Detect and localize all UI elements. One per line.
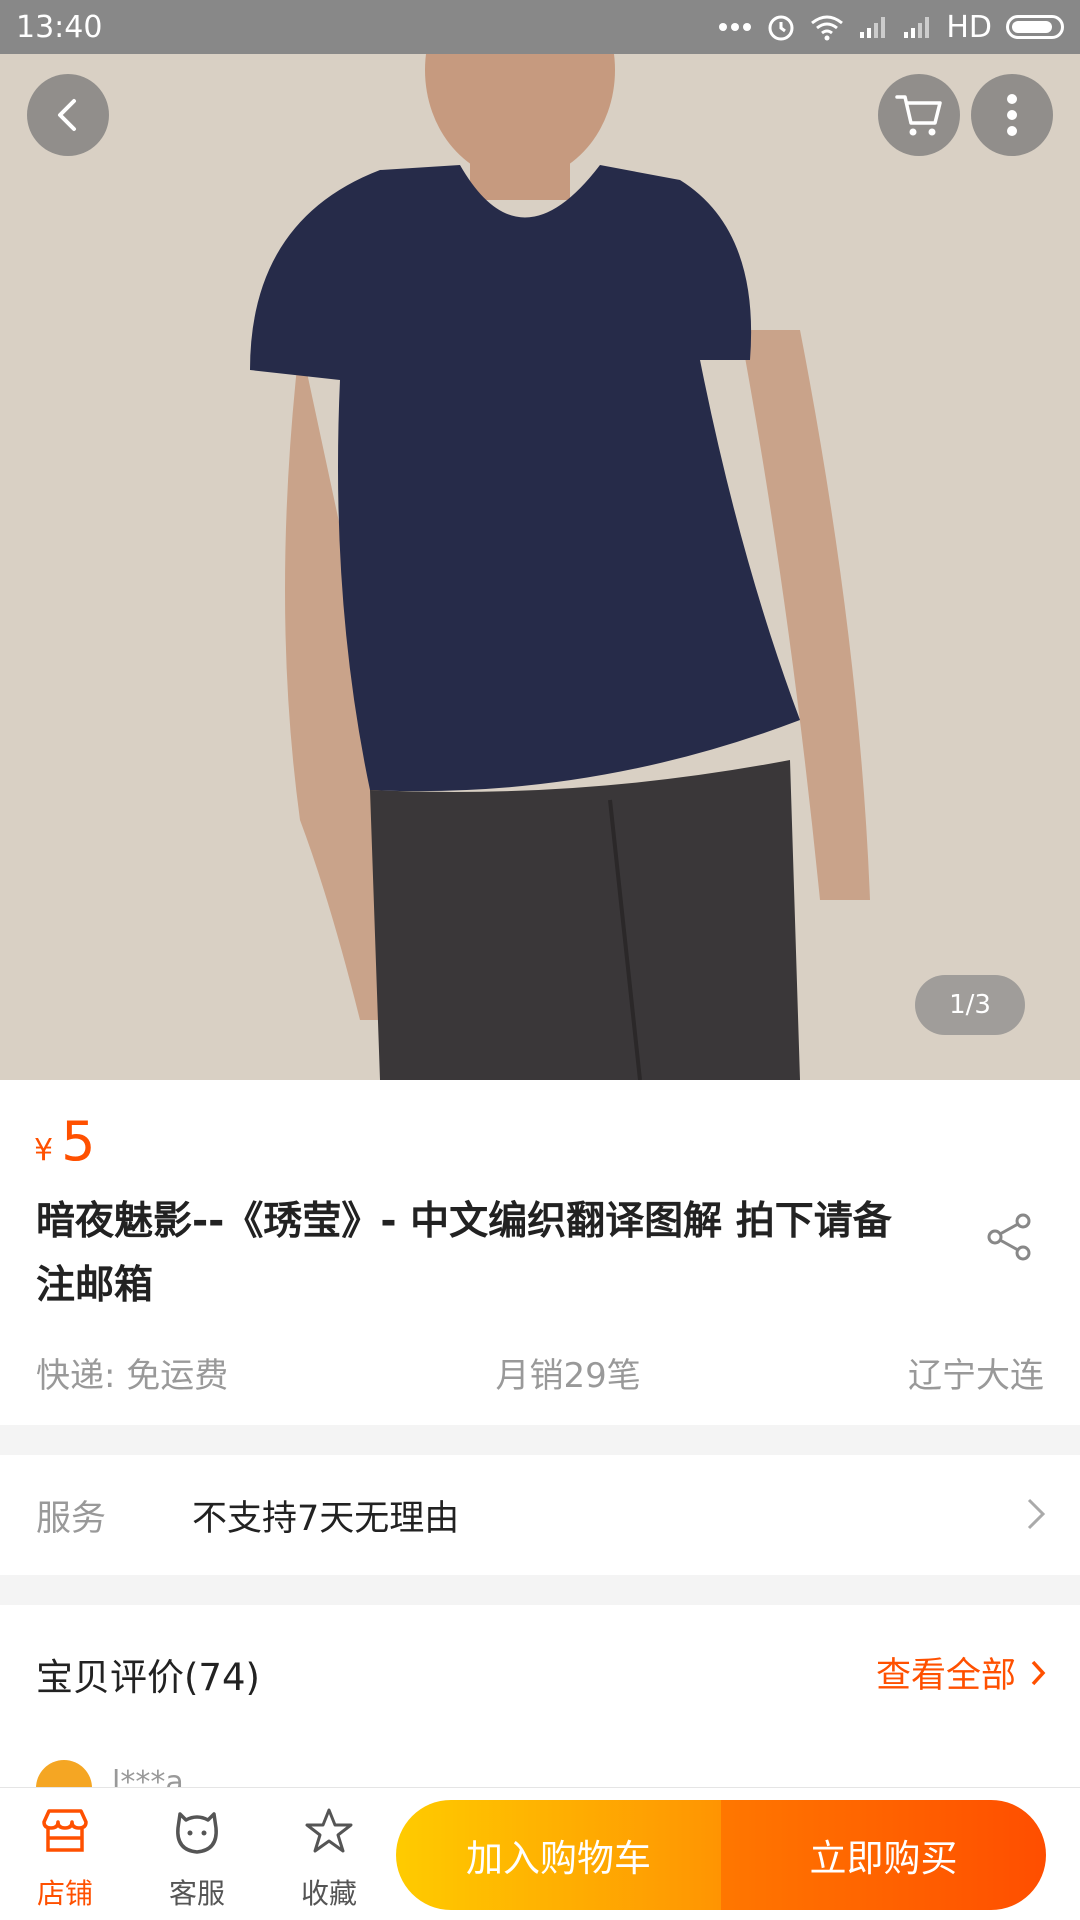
favorite-tab[interactable]: 收藏 [274, 1802, 384, 1912]
customer-service-tab[interactable]: 客服 [142, 1802, 252, 1912]
product-photo [0, 0, 1080, 1080]
customer-service-icon [176, 1812, 218, 1854]
cart-button[interactable] [878, 74, 960, 156]
gallery-page-indicator: 1/3 [915, 975, 1025, 1035]
status-time: 13:40 [16, 9, 103, 45]
favorite-label: 收藏 [300, 1877, 357, 1910]
battery-icon [1006, 15, 1064, 39]
price-currency: ¥ [34, 1133, 54, 1168]
star-icon [305, 1808, 353, 1853]
cart-icon [895, 95, 942, 136]
signal-icon [860, 17, 886, 38]
product-info-card: ¥ 5 暗夜魅影--《琇莹》- 中文编织翻译图解 拍下请备注邮箱 快递: 免运费… [0, 1080, 1080, 1425]
status-bar: 13:40 HD [0, 0, 1080, 54]
product-meta: 快递: 免运费 月销29笔 辽宁大连 [36, 1348, 1044, 1397]
chevron-right-icon [1027, 1498, 1046, 1530]
more-button[interactable] [971, 74, 1053, 156]
share-icon [987, 1213, 1031, 1261]
alarm-icon [768, 15, 794, 41]
network-type: HD [946, 9, 992, 45]
product-image-gallery[interactable]: 1/3 [0, 0, 1080, 1080]
customer-service-label: 客服 [168, 1877, 225, 1910]
more-icon [1007, 94, 1017, 136]
bottom-action-bar: 店铺 客服 收藏 加入购物车 立即购买 [0, 1787, 1080, 1920]
view-all-reviews-link[interactable]: 查看全部 [876, 1647, 1046, 1698]
signal-icon [904, 17, 930, 38]
buy-now-button[interactable]: 立即购买 [721, 1800, 1046, 1910]
purchase-actions: 加入购物车 立即购买 [396, 1800, 1046, 1910]
ship-location: 辽宁大连 [908, 1356, 1044, 1396]
price-amount: 5 [61, 1110, 96, 1173]
chevron-right-icon [1031, 1660, 1046, 1685]
store-tab[interactable]: 店铺 [10, 1802, 120, 1912]
service-value: 不支持7天无理由 [192, 1498, 460, 1539]
product-price: ¥ 5 [34, 1110, 95, 1173]
monthly-sales: 月销29笔 [495, 1356, 641, 1396]
store-icon [42, 1809, 88, 1852]
share-button[interactable] [985, 1212, 1033, 1266]
add-to-cart-button[interactable]: 加入购物车 [396, 1800, 721, 1910]
service-label: 服务 [36, 1498, 107, 1539]
status-icons: HD [718, 10, 1064, 45]
shipping-info: 快递: 免运费 [36, 1356, 229, 1396]
view-all-label: 查看全部 [875, 1656, 1016, 1696]
service-row[interactable]: 服务 不支持7天无理由 [0, 1455, 1080, 1575]
product-title: 暗夜魅影--《琇莹》- 中文编织翻译图解 拍下请备注邮箱 [36, 1199, 892, 1308]
wifi-icon [811, 15, 844, 41]
dots-icon [719, 23, 752, 31]
back-button[interactable] [27, 74, 109, 156]
store-label: 店铺 [36, 1877, 93, 1910]
reviews-title: 宝贝评价(74) [36, 1656, 260, 1699]
back-icon [58, 99, 76, 131]
